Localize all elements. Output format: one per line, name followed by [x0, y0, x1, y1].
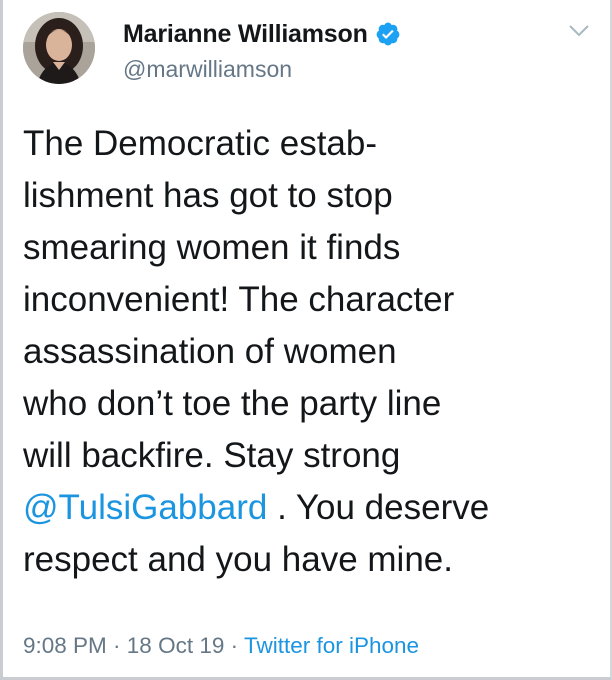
tweet-text-line: inconvenient! The character — [23, 280, 455, 319]
after-mention-text: . You deserve — [267, 488, 490, 527]
profile-photo-icon — [23, 12, 95, 84]
avatar[interactable] — [23, 12, 95, 84]
verified-badge-icon — [375, 21, 401, 47]
tweet-text-line: who don’t toe the party line — [23, 384, 442, 423]
display-name[interactable]: Marianne Williamson — [123, 20, 368, 49]
display-name-row: Marianne Williamson — [123, 18, 401, 50]
tweet-text-line-with-mention: @TulsiGabbard . You deserve — [23, 482, 603, 534]
tweet-text-line: respect and you have mine. — [23, 540, 453, 579]
tweet-text-line: lishment has got to stop — [23, 176, 393, 215]
author-handle[interactable]: @marwilliamson — [123, 56, 401, 83]
tweet-text-line: will backfire. Stay strong — [23, 436, 401, 475]
tweet-text-line: assassination of women — [23, 332, 397, 371]
tweet-date[interactable]: 18 Oct 19 — [127, 633, 225, 658]
tweet-text-line: The Democratic estab- — [23, 124, 378, 163]
author-names: Marianne Williamson @marwilliamson — [123, 18, 401, 83]
meta-separator: · — [224, 633, 244, 658]
tweet-card: Marianne Williamson @marwilliamson The D… — [0, 0, 612, 680]
tweet-text-line: smearing women it finds — [23, 228, 401, 267]
chevron-down-icon[interactable] — [568, 24, 590, 38]
meta-separator: · — [106, 633, 127, 658]
tweet-meta: 9:08 PM · 18 Oct 19 · Twitter for iPhone — [23, 633, 419, 659]
tweet-time[interactable]: 9:08 PM — [23, 633, 107, 658]
tweet-source-link[interactable]: Twitter for iPhone — [244, 633, 419, 658]
tweet-text: The Democratic estab- lishment has got t… — [23, 118, 603, 586]
mention-link[interactable]: @TulsiGabbard — [23, 488, 267, 527]
tweet-header: Marianne Williamson @marwilliamson — [23, 12, 590, 90]
